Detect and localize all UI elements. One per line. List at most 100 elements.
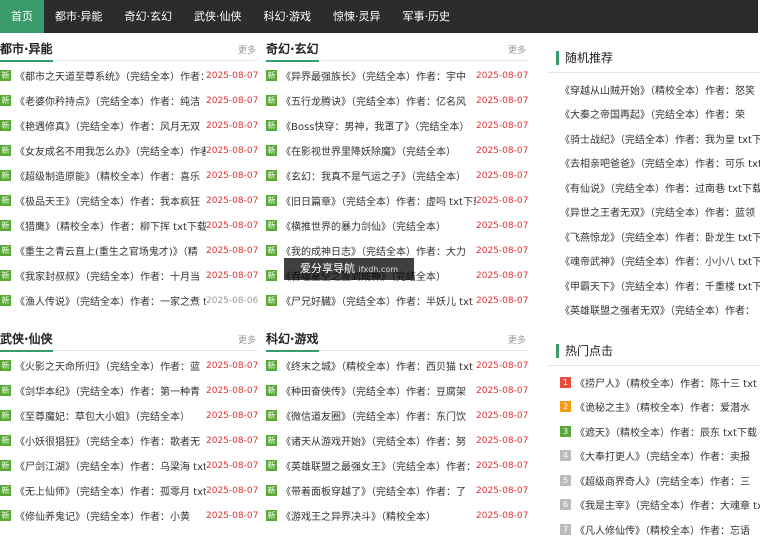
book-link[interactable]: 《横推世界的暴力剑仙》（完结全本） <box>281 218 476 233</box>
book-link[interactable]: 《女友成名不用我怎么办》（完结全本）作者： <box>15 143 206 158</box>
book-link[interactable]: 《凡人修仙传》（精校全本）作者：忘语 <box>575 522 760 537</box>
book-link[interactable]: 《极品天王》（完结全本）作者：我本疯狂 <box>15 193 206 208</box>
book-link[interactable]: 《在影视世界里降妖除魔》（完结全本） <box>281 143 476 158</box>
watermark-text: 爱分享导航 <box>299 262 355 275</box>
section-title[interactable]: 武侠·仙侠 <box>0 330 53 352</box>
book-link[interactable]: 《玄幻：我真不是气运之子》（完结全本） <box>281 168 476 183</box>
book-link[interactable]: 《异世之王者无双》（完结全本）作者：蓝领 <box>560 204 760 219</box>
book-link[interactable]: 《穿越从山贼开始》（精校全本）作者：怒笑 <box>560 82 760 97</box>
nav-home[interactable]: 首页 <box>0 0 44 33</box>
rank-badge: 5 <box>560 474 571 486</box>
book-link[interactable]: 《骑士战纪》（完结全本）作者：我为皇 txt下 <box>560 131 760 146</box>
book-link[interactable]: 《都市之天道至尊系统》（完结全本）作者：尊天下 <box>15 68 206 83</box>
book-link[interactable]: 《去相亲吧爸爸》（完结全本）作者：可乐 txt <box>560 155 760 170</box>
book-list: 新《都市之天道至尊系统》（完结全本）作者：尊天下2025-08-07新《老婆你矜… <box>0 61 258 313</box>
book-link[interactable]: 《遮天》（精校全本）作者：辰东 txt下载 <box>575 424 760 439</box>
random-row: 《骑士战纪》（完结全本）作者：我为皇 txt下 <box>548 126 760 151</box>
nav-fantasy[interactable]: 奇幻·玄幻 <box>114 0 184 33</box>
book-link[interactable]: 《种田奋侠传》（完结全本）作者：豆腐架 <box>281 383 476 398</box>
update-date: 2025-08-07 <box>476 245 528 256</box>
book-link[interactable]: 《诡秘之主》（精校全本）作者：爱潜水 <box>575 399 760 414</box>
book-link[interactable]: 《微信道友圈》（完结全本）作者：东门饮 <box>281 408 476 423</box>
new-tag: 新 <box>0 270 11 281</box>
book-link[interactable]: 《我家封叔叔》（完结全本）作者：十月当 <box>15 268 206 283</box>
book-link[interactable]: 《重生之青云直上(重生之官场鬼才)》（精 <box>15 243 206 258</box>
book-row: 新《艳遇修真》（完结全本）作者：风月无双 2025-08-07 <box>0 113 258 138</box>
update-date: 2025-08-07 <box>476 410 528 421</box>
book-link[interactable]: 《Boss快穿：男神，我罩了》（完结全本） <box>281 118 476 133</box>
new-tag: 新 <box>266 385 277 396</box>
section-title[interactable]: 都市·异能 <box>0 40 53 62</box>
more-link[interactable]: 更多 <box>238 333 256 346</box>
update-date: 2025-08-07 <box>206 245 258 256</box>
book-row: 新《都市之天道至尊系统》（完结全本）作者：尊天下2025-08-07 <box>0 63 258 88</box>
book-row: 新《Boss快穿：男神，我罩了》（完结全本） 2025-08-07 <box>266 113 528 138</box>
book-link[interactable]: 《火影之天命所归》（完结全本）作者：蓝 <box>15 358 206 373</box>
new-tag: 新 <box>0 195 11 206</box>
book-link[interactable]: 《剑华本纪》（完结全本）作者：第一种青 <box>15 383 206 398</box>
book-link[interactable]: 《尸剑江湖》（完结全本）作者：乌梁海 txt <box>15 458 206 473</box>
section-title[interactable]: 奇幻·玄幻 <box>266 40 319 62</box>
update-date: 2025-08-07 <box>206 120 258 131</box>
book-row: 新《带着面板穿越了》（完结全本）作者：了 2025-08-07 <box>266 478 528 503</box>
new-tag: 新 <box>266 70 277 81</box>
book-link[interactable]: 《大秦之帝国再起》（完结全本）作者：荣 <box>560 106 760 121</box>
book-link[interactable]: 《艳遇修真》（完结全本）作者：风月无双 <box>15 118 206 133</box>
book-row: 新《在影视世界里降妖除魔》（完结全本） 2025-08-07 <box>266 138 528 163</box>
book-link[interactable]: 《带着面板穿越了》（完结全本）作者：了 <box>281 483 476 498</box>
book-link[interactable]: 《魂帝武神》（完结全本）作者：小小八 txt下 <box>560 253 760 268</box>
random-row: 《有仙说》（完结全本）作者：过南巷 txt下载 <box>548 175 760 200</box>
new-tag: 新 <box>266 435 277 446</box>
book-link[interactable]: 《超级制造原能》（精校全本）作者：喜乐 <box>15 168 206 183</box>
update-date: 2025-08-07 <box>476 120 528 131</box>
book-link[interactable]: 《英雄联盟之强者无双》（完结全本）作者： <box>560 302 760 317</box>
section-title[interactable]: 科幻·游戏 <box>266 330 319 352</box>
book-row: 新《五行龙腾诀》（完结全本）作者：亿名风 2025-08-07 <box>266 88 528 113</box>
book-link[interactable]: 《有仙说》（完结全本）作者：过南巷 txt下载 <box>560 180 760 195</box>
book-link[interactable]: 《至尊魔妃：草包大小姐》（完结全本） <box>15 408 206 423</box>
book-link[interactable]: 《大奉打更人》（完结全本）作者：卖报 <box>575 448 760 463</box>
random-row: 《英雄联盟之强者无双》（完结全本）作者： <box>548 298 760 323</box>
update-date: 2025-08-07 <box>206 270 258 281</box>
book-link[interactable]: 《渔人传说》（完结全本）作者：一家之煮 txt <box>15 293 206 308</box>
book-row: 新《旧日篇章》（完结全本）作者：虚吗 txt下载 2025-08-07 <box>266 188 528 213</box>
more-link[interactable]: 更多 <box>508 43 526 56</box>
more-link[interactable]: 更多 <box>508 333 526 346</box>
nav-urban[interactable]: 都市·异能 <box>44 0 114 33</box>
update-date: 2025-08-07 <box>476 295 528 306</box>
nav-thriller[interactable]: 惊悚·灵异 <box>322 0 392 33</box>
book-row: 新《剑华本纪》（完结全本）作者：第一种青 2025-08-07 <box>0 378 258 403</box>
book-link[interactable]: 《英雄联盟之最强女王》（完结全本）作者： <box>281 458 476 473</box>
book-link[interactable]: 《老婆你矜持点》（完结全本）作者：纯洁 <box>15 93 206 108</box>
new-tag: 新 <box>0 485 11 496</box>
rank-badge: 7 <box>560 523 571 535</box>
update-date: 2025-08-07 <box>476 70 528 81</box>
book-row: 新《种田奋侠传》（完结全本）作者：豆腐架 2025-08-07 <box>266 378 528 403</box>
watermark-site: ifxdh.com <box>358 265 399 274</box>
book-link[interactable]: 《诸天从游戏开始》（完结全本）作者：努 <box>281 433 476 448</box>
book-link[interactable]: 《旧日篇章》（完结全本）作者：虚吗 txt下载 <box>281 193 476 208</box>
nav-military[interactable]: 军事·历史 <box>392 0 462 33</box>
book-link[interactable]: 《异界最强族长》（完结全本）作者：宇中 <box>281 68 476 83</box>
nav-wuxia[interactable]: 武侠·仙侠 <box>183 0 253 33</box>
book-link[interactable]: 《我是主宰》（完结全本）作者：大魂章 txt <box>575 497 760 512</box>
new-tag: 新 <box>266 295 277 306</box>
book-row: 新《火影之天命所归》（完结全本）作者：蓝 2025-08-07 <box>0 353 258 378</box>
book-link[interactable]: 《尸兄好臓》（完结全本）作者：半妖儿 txt <box>281 293 476 308</box>
book-link[interactable]: 《捞尸人》（精校全本）作者：陈十三 txt <box>575 375 760 390</box>
book-link[interactable]: 《无上仙师》（完结全本）作者：孤零月 txt <box>15 483 206 498</box>
book-link[interactable]: 《小妖很猖狂》（完结全本）作者：歌者无 <box>15 433 206 448</box>
book-link[interactable]: 《超级商界奇人》（完结全本）作者：三 <box>575 473 760 488</box>
book-link[interactable]: 《飞燕惊龙》（完结全本）作者：卧龙生 txt下 <box>560 229 760 244</box>
more-link[interactable]: 更多 <box>238 43 256 56</box>
book-link[interactable]: 《甲霸天下》（完结全本）作者：千重楼 txt下 <box>560 278 760 293</box>
book-link[interactable]: 《终末之城》（精校全本）作者：西贝猫 txt <box>281 358 476 373</box>
book-row: 新《异界最强族长》（完结全本）作者：宇中 2025-08-07 <box>266 63 528 88</box>
book-link[interactable]: 《我的成神日志》（完结全本）作者：大力 <box>281 243 476 258</box>
book-link[interactable]: 《五行龙腾诀》（完结全本）作者：亿名风 <box>281 93 476 108</box>
book-link[interactable]: 《猎鹰》（精校全本）作者：柳下挥 txt下载 <box>15 218 206 233</box>
book-row: 新《无上仙师》（完结全本）作者：孤零月 txt 2025-08-07 <box>0 478 258 503</box>
nav-scifi[interactable]: 科幻·游戏 <box>253 0 323 33</box>
update-date: 2025-08-07 <box>206 460 258 471</box>
book-row: 新《重生之青云直上(重生之官场鬼才)》（精 2025-08-07 <box>0 238 258 263</box>
